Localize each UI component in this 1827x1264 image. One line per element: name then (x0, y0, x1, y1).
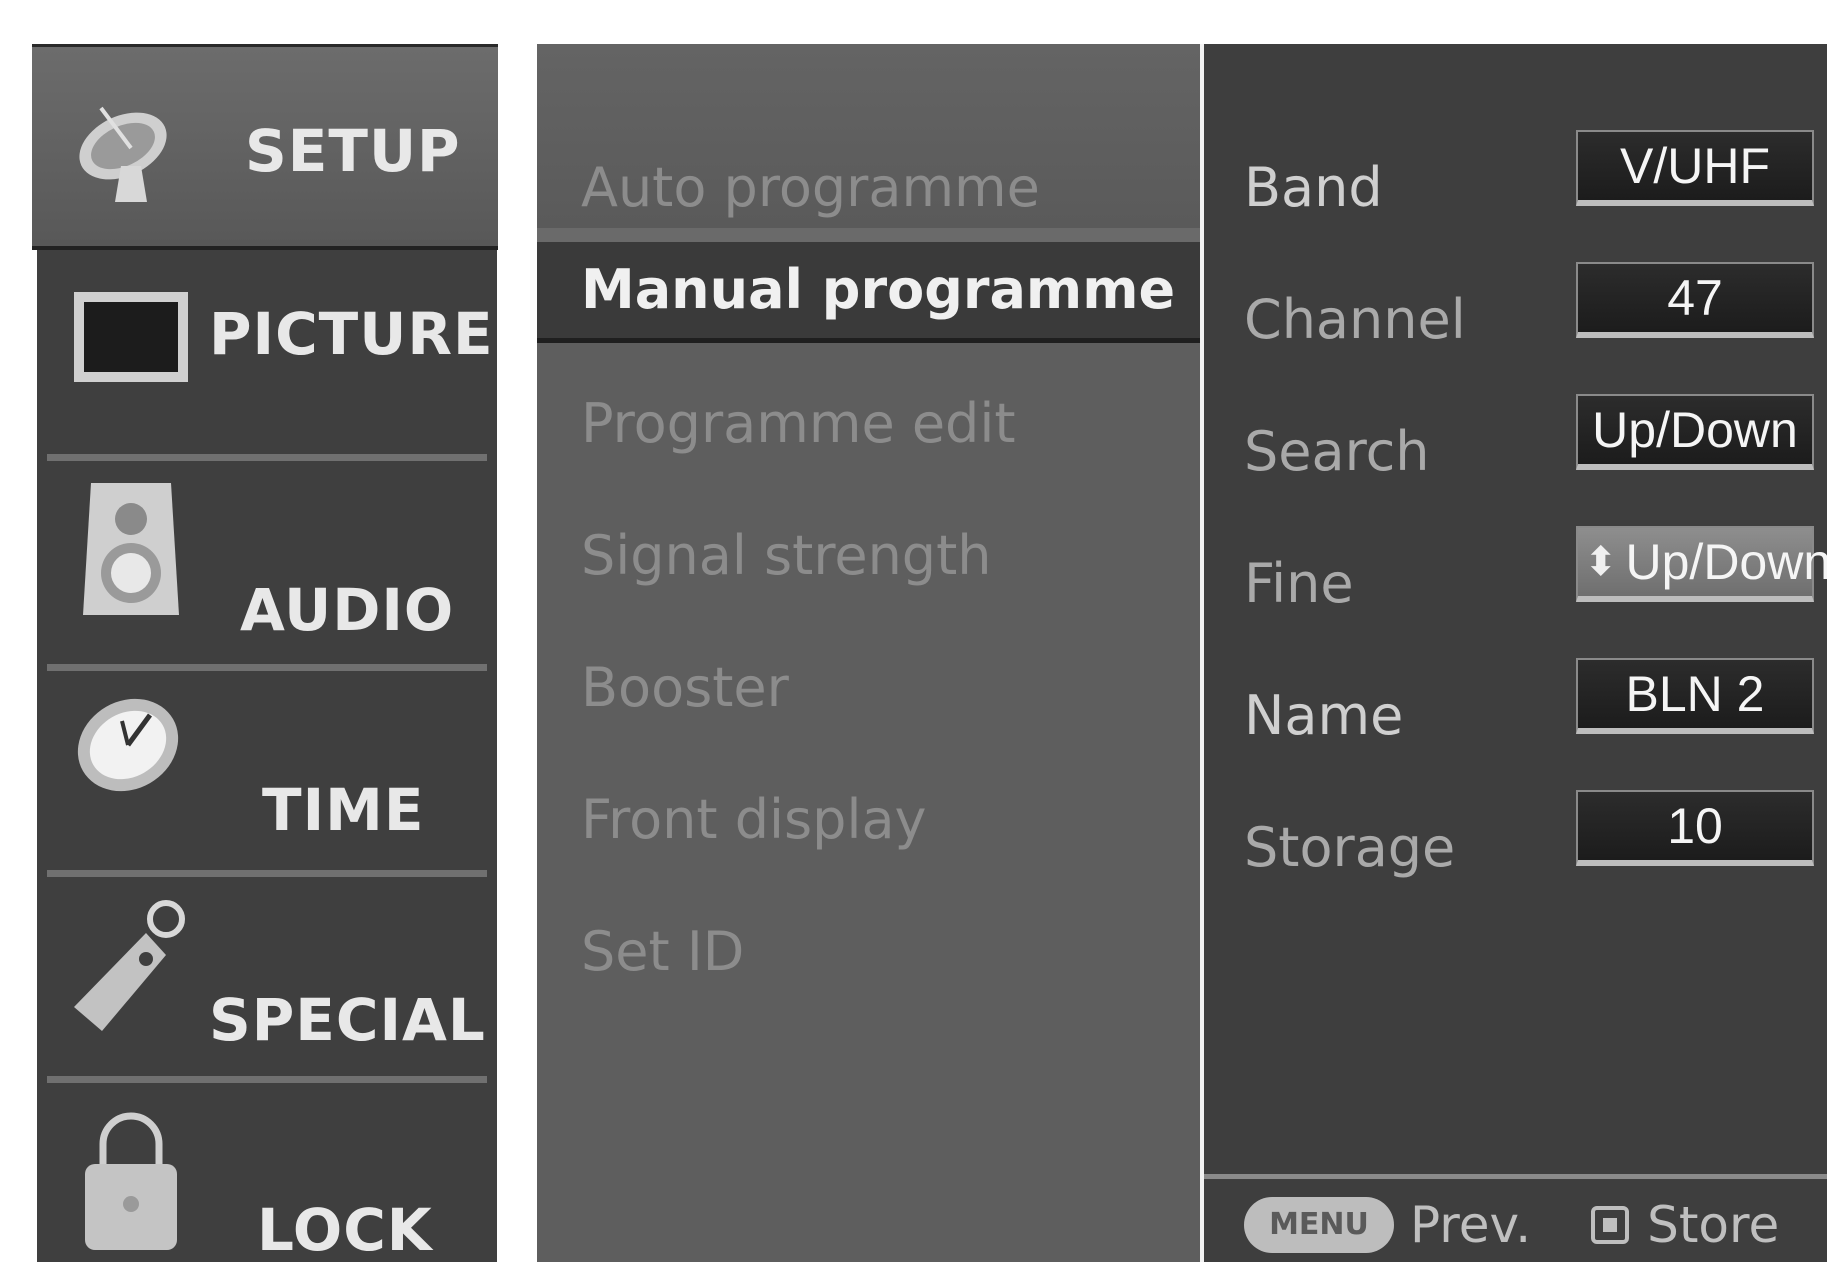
store-key-icon (1591, 1206, 1630, 1244)
band-value-text: V/UHF (1620, 138, 1770, 194)
storage-label: Storage (1244, 816, 1456, 879)
storage-value-text: 10 (1667, 798, 1723, 854)
up-down-arrows-icon: ⬍ (1584, 540, 1618, 584)
search-label: Search (1244, 420, 1430, 483)
menu-item-set-id[interactable]: Set ID (581, 920, 744, 983)
divider (47, 664, 487, 671)
divider (1204, 1174, 1827, 1179)
fine-label: Fine (1244, 552, 1354, 615)
category-label: AUDIO (240, 576, 455, 644)
name-value-text: BLN 2 (1625, 666, 1765, 722)
band-value[interactable]: V/UHF (1576, 130, 1814, 206)
menu-key-icon: MENU (1244, 1197, 1394, 1253)
menu-item-booster[interactable]: Booster (581, 656, 789, 719)
manual-programme-settings: Band V/UHF Channel 47 Search Up/Down Fin… (1204, 44, 1827, 1262)
search-value-text: Up/Down (1592, 402, 1798, 458)
padlock-icon (61, 1112, 201, 1250)
search-value[interactable]: Up/Down (1576, 394, 1814, 470)
category-sidebar: SETUP PICTURE AUDIO TIME SPECIAL LOCK (32, 44, 498, 1264)
channel-value[interactable]: 47 (1576, 262, 1814, 338)
menu-item-signal-strength[interactable]: Signal strength (581, 524, 991, 587)
name-label: Name (1244, 684, 1404, 747)
channel-value-text: 47 (1667, 270, 1723, 326)
store-hint: Store (1647, 1196, 1780, 1254)
category-time[interactable]: TIME (37, 672, 497, 852)
menu-item-label: Manual programme (581, 258, 1176, 321)
menu-item-auto-programme[interactable]: Auto programme (581, 156, 1040, 219)
key-tag-icon (61, 900, 201, 1032)
category-picture[interactable]: PICTURE (37, 250, 497, 430)
fine-value[interactable]: ⬍ Up/Down (1576, 526, 1827, 602)
category-setup[interactable]: SETUP (32, 44, 498, 250)
picture-icon (61, 270, 201, 400)
footer-hints: MENU Prev. Store (1244, 1196, 1779, 1254)
category-audio[interactable]: AUDIO (37, 464, 497, 644)
category-label: PICTURE (209, 300, 494, 368)
divider (47, 870, 487, 877)
menu-item-front-display[interactable]: Front display (581, 788, 927, 851)
band-label: Band (1244, 156, 1383, 219)
prev-hint: Prev. (1410, 1196, 1532, 1254)
category-label: TIME (262, 776, 425, 844)
category-lock[interactable]: LOCK (37, 1084, 497, 1264)
speaker-icon (61, 483, 201, 615)
category-special[interactable]: SPECIAL (37, 878, 497, 1058)
setup-menu: Auto programme Manual programme Programm… (537, 44, 1201, 1262)
category-label: SETUP (245, 117, 461, 185)
category-label: SPECIAL (209, 986, 486, 1054)
satellite-dish-icon (56, 83, 196, 213)
divider (47, 454, 487, 461)
channel-label: Channel (1244, 288, 1466, 351)
storage-value[interactable]: 10 (1576, 790, 1814, 866)
divider (537, 228, 1201, 242)
clock-icon (61, 682, 201, 812)
divider (47, 1076, 487, 1083)
fine-value-text: Up/Down (1625, 534, 1827, 590)
menu-item-programme-edit[interactable]: Programme edit (581, 392, 1016, 455)
category-label: LOCK (257, 1196, 433, 1264)
menu-item-manual-programme[interactable]: Manual programme (537, 242, 1201, 343)
name-value[interactable]: BLN 2 (1576, 658, 1814, 734)
